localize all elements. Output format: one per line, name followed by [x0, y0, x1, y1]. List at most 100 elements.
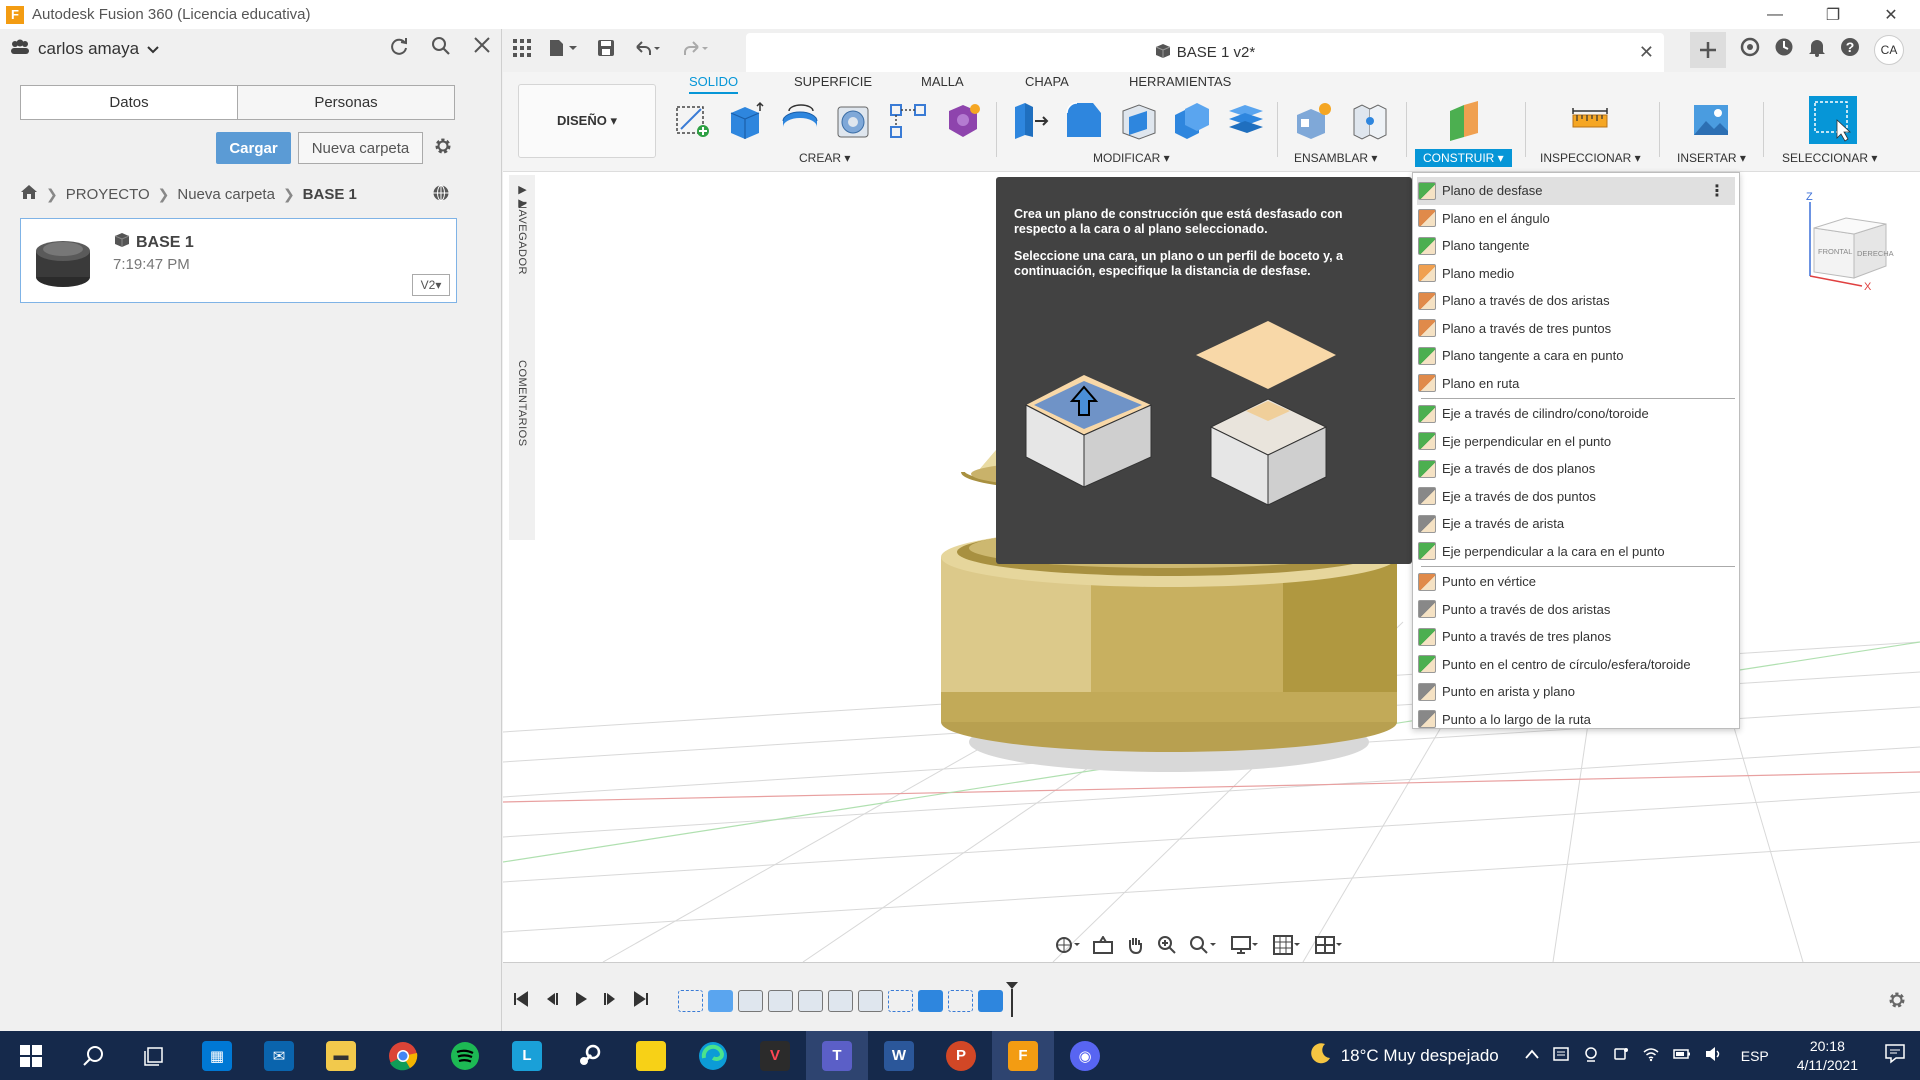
timeline-settings-gear-icon[interactable] [1886, 989, 1908, 1017]
menu-item-axis[interactable]: Eje perpendicular en el punto [1413, 428, 1739, 456]
battery-icon[interactable] [1672, 1046, 1691, 1066]
refresh-icon[interactable] [389, 36, 409, 62]
tab-chapa[interactable]: CHAPA [1025, 74, 1069, 89]
extensions-icon[interactable] [1740, 37, 1760, 63]
menu-item-plane[interactable]: Plano en el ángulo [1413, 205, 1739, 233]
menu-item-axis[interactable]: Eje a través de dos planos [1413, 455, 1739, 483]
timeline-extrude-feature-icon[interactable] [918, 990, 943, 1012]
construct-group-menu[interactable]: CONSTRUIR ▾ [1415, 149, 1512, 167]
menu-item-plane[interactable]: Plano a través de tres puntos [1413, 315, 1739, 343]
user-name-dropdown[interactable]: carlos amaya [38, 39, 139, 59]
fusion360-taskbar-icon[interactable]: F [992, 1031, 1054, 1080]
create-group-menu[interactable]: CREAR ▾ [799, 151, 850, 165]
menu-item-plane[interactable]: Plano en ruta [1413, 370, 1739, 398]
joint-icon[interactable] [1348, 99, 1390, 141]
menu-item-plane[interactable]: Plano a través de dos aristas [1413, 287, 1739, 315]
launcher-icon[interactable]: L [496, 1031, 558, 1080]
discord-icon[interactable]: ◉ [1054, 1031, 1116, 1080]
word-icon[interactable]: W [868, 1031, 930, 1080]
tab-malla[interactable]: MALLA [921, 74, 964, 89]
breadcrumb-project[interactable]: PROYECTO [66, 186, 150, 203]
menu-item-point[interactable]: Punto a través de dos aristas [1413, 596, 1739, 624]
timeline-sketch-feature-icon[interactable] [888, 990, 913, 1012]
look-at-icon[interactable] [1093, 934, 1113, 959]
timeline-sketch-feature-icon[interactable] [948, 990, 973, 1012]
combine-icon[interactable] [1171, 99, 1213, 141]
file-card[interactable]: BASE 1 7:19:47 PM V2▾ [20, 218, 457, 303]
close-window-button[interactable]: ✕ [1862, 0, 1920, 29]
grid-settings-icon[interactable] [1273, 934, 1303, 960]
timeline-fillet-feature-icon[interactable] [768, 990, 793, 1012]
task-view-icon[interactable] [124, 1031, 186, 1080]
sticky-notes-icon[interactable] [620, 1031, 682, 1080]
store-icon[interactable]: ▦ [186, 1031, 248, 1080]
home-icon[interactable] [20, 184, 38, 204]
language-indicator[interactable]: ESP [1741, 1048, 1769, 1064]
menu-item-plane[interactable]: Plano tangente [1413, 232, 1739, 260]
new-tab-plus-icon[interactable] [1690, 32, 1726, 68]
new-component-icon[interactable] [1293, 99, 1335, 141]
file-explorer-icon[interactable]: ▬ [310, 1031, 372, 1080]
edge-icon[interactable] [682, 1031, 744, 1080]
new-folder-button[interactable]: Nueva carpeta [298, 132, 423, 164]
menu-item-plane[interactable]: Plano tangente a cara en punto [1413, 342, 1739, 370]
tab-superficie[interactable]: SUPERFICIE [794, 74, 872, 89]
tab-personas[interactable]: Personas [237, 86, 454, 119]
sweep-icon[interactable] [833, 99, 875, 141]
start-button[interactable] [0, 1031, 62, 1080]
rectangular-pattern-icon[interactable] [887, 99, 929, 141]
select-icon[interactable] [1809, 96, 1857, 144]
search-icon[interactable] [431, 36, 451, 62]
valorant-icon[interactable]: V [744, 1031, 806, 1080]
create-sketch-icon[interactable] [673, 99, 715, 141]
inspect-group-menu[interactable]: INSPECCIONAR ▾ [1540, 151, 1641, 165]
chevron-down-icon[interactable] [147, 42, 159, 57]
revolve-icon[interactable] [779, 99, 821, 141]
measure-icon[interactable] [1569, 99, 1611, 141]
pan-hand-icon[interactable] [1125, 935, 1145, 960]
tray-app-icon[interactable] [1552, 1046, 1569, 1066]
restore-button[interactable]: ❐ [1804, 0, 1862, 29]
display-settings-icon[interactable] [1231, 935, 1261, 960]
notification-center-icon[interactable] [1884, 1042, 1906, 1070]
insert-group-menu[interactable]: INSERTAR ▾ [1677, 151, 1746, 165]
menu-item-axis[interactable]: Eje a través de dos puntos [1413, 483, 1739, 511]
minimize-button[interactable]: — [1746, 0, 1804, 29]
undo-icon[interactable] [633, 39, 663, 63]
go-to-start-icon[interactable] [513, 991, 529, 1012]
apps-grid-icon[interactable] [513, 38, 531, 63]
tab-datos[interactable]: Datos [21, 86, 237, 119]
timeline-sketch-feature-icon[interactable] [678, 990, 703, 1012]
powerpoint-icon[interactable]: P [930, 1031, 992, 1080]
timeline-marker-icon[interactable] [1005, 981, 1019, 1017]
save-icon[interactable] [597, 39, 615, 63]
menu-item-axis[interactable]: Eje a través de arista [1413, 510, 1739, 538]
gear-icon[interactable] [432, 135, 454, 163]
step-forward-icon[interactable] [603, 991, 619, 1012]
menu-item-plane[interactable]: Plano de desfase ⋮ [1417, 177, 1735, 205]
offset-plane-icon[interactable] [1444, 99, 1486, 141]
chevron-up-icon[interactable] [1525, 1046, 1539, 1066]
more-options-icon[interactable]: ⋮ [1709, 181, 1725, 201]
globe-icon[interactable] [432, 184, 450, 207]
workspace-switcher[interactable]: DISEÑO ▾ [518, 84, 656, 158]
create-form-icon[interactable] [941, 99, 983, 141]
steam-icon[interactable] [558, 1031, 620, 1080]
timeline-revolve-feature-icon[interactable] [708, 990, 733, 1012]
modify-group-menu[interactable]: MODIFICAR ▾ [1093, 151, 1170, 165]
zoom-window-icon[interactable] [1189, 935, 1219, 960]
notifications-bell-icon[interactable] [1808, 37, 1826, 63]
press-pull-icon[interactable] [1009, 99, 1051, 141]
mail-icon[interactable]: ✉ [248, 1031, 310, 1080]
menu-item-plane[interactable]: Plano medio [1413, 260, 1739, 288]
clock[interactable]: 20:18 4/11/2021 [1797, 1037, 1858, 1075]
volume-icon[interactable] [1705, 1046, 1723, 1066]
menu-item-point[interactable]: Punto a lo largo de la ruta [1413, 706, 1739, 734]
document-tab[interactable]: BASE 1 v2* ✕ [746, 33, 1664, 72]
zoom-icon[interactable] [1157, 935, 1177, 960]
teams-tray-icon[interactable] [1613, 1046, 1629, 1066]
menu-item-axis[interactable]: Eje a través de cilindro/cono/toroide [1413, 400, 1739, 428]
chrome-icon[interactable] [372, 1031, 434, 1080]
menu-item-point[interactable]: Punto en vértice [1413, 568, 1739, 596]
wifi-icon[interactable] [1643, 1046, 1659, 1066]
